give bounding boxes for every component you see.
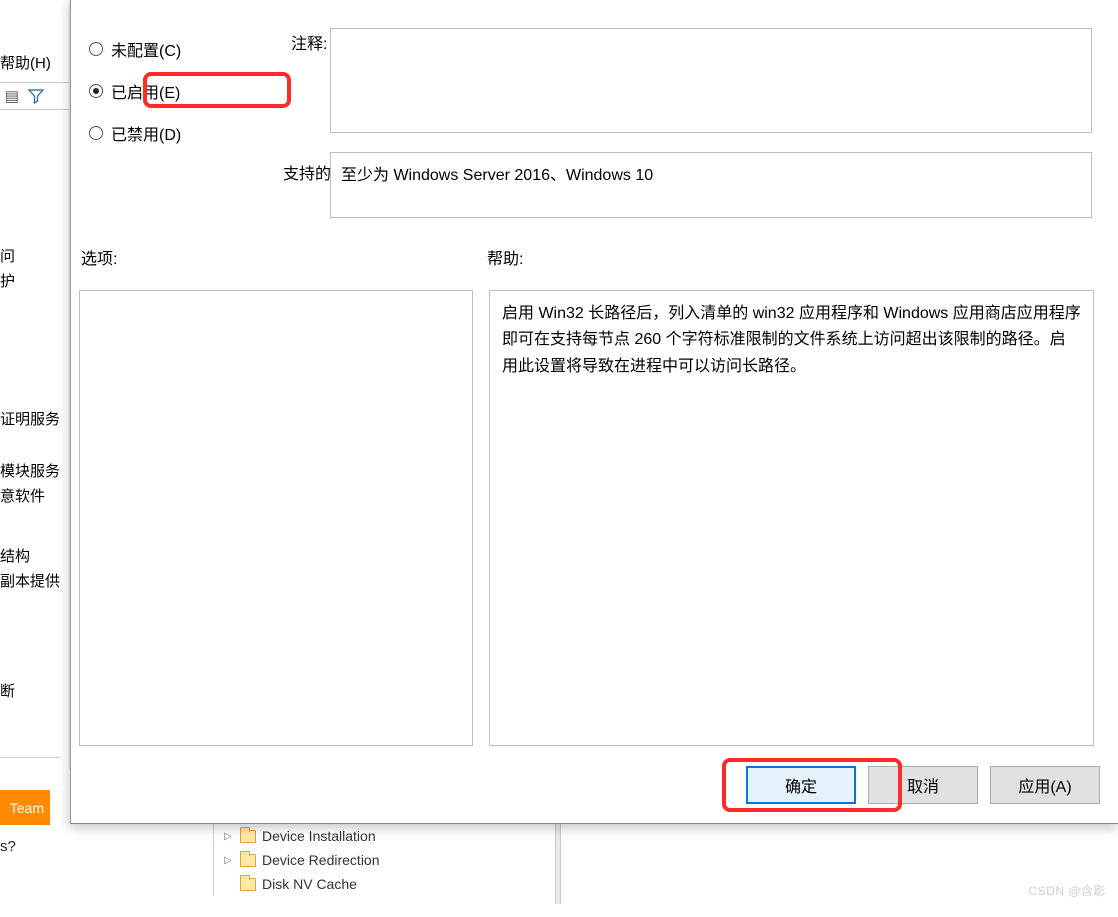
tree-snippet: 证明服务 — [0, 408, 60, 429]
radio-icon — [89, 126, 103, 140]
expander-icon[interactable]: ▷ — [224, 855, 234, 866]
radio-label: 已禁用(D) — [111, 121, 181, 145]
tree-snippet: 副本提供 — [0, 570, 60, 591]
ok-button[interactable]: 确定 — [746, 766, 856, 804]
watermark: CSDN @含影 — [1028, 882, 1106, 899]
tree-row-device-installation[interactable]: ▷ Device Installation — [224, 824, 563, 848]
options-panel — [79, 290, 473, 746]
radio-not-configured[interactable]: 未配置(C) — [83, 35, 223, 63]
cancel-button[interactable]: 取消 — [868, 766, 978, 804]
divider — [0, 757, 60, 758]
policy-state-radio-group: 未配置(C) 已启用(E) 已禁用(D) — [83, 35, 223, 161]
tree-snippet: 结构 — [0, 545, 30, 566]
tree-snippet: 断 — [0, 680, 15, 701]
bottom-tree: ▷ Device Installation ▷ Device Redirecti… — [213, 824, 563, 896]
expander-icon[interactable]: ▷ — [224, 831, 234, 842]
dialog-button-row: 确定 取消 应用(A) — [746, 766, 1100, 804]
radio-enabled[interactable]: 已启用(E) — [83, 77, 223, 105]
radio-icon — [89, 84, 103, 98]
comment-textarea[interactable] — [330, 28, 1092, 133]
team-badge: Team — [0, 790, 50, 825]
tree-row-disk-nv-cache[interactable]: Disk NV Cache — [224, 872, 563, 896]
supported-platform-box: 至少为 Windows Server 2016、Windows 10 — [330, 152, 1092, 218]
supported-platform-text: 至少为 Windows Server 2016、Windows 10 — [341, 167, 653, 184]
filter-icon[interactable] — [26, 86, 46, 106]
comment-label: 注释: — [291, 30, 327, 54]
options-label: 选项: — [81, 245, 117, 269]
tree-row-device-redirection[interactable]: ▷ Device Redirection — [224, 848, 563, 872]
help-text: 启用 Win32 长路径后，列入清单的 win32 应用程序和 Windows … — [502, 305, 1081, 375]
folder-icon — [240, 854, 256, 867]
folder-icon — [240, 830, 256, 843]
background-text: s? — [0, 838, 16, 855]
menu-help[interactable]: 帮助(H) — [0, 52, 51, 73]
radio-disabled[interactable]: 已禁用(D) — [83, 119, 223, 147]
help-label: 帮助: — [487, 245, 523, 269]
radio-icon — [89, 42, 103, 56]
tree-label: Device Installation — [262, 828, 376, 844]
radio-label: 未配置(C) — [111, 37, 181, 61]
tree-snippet: 护 — [0, 270, 15, 291]
apply-button[interactable]: 应用(A) — [990, 766, 1100, 804]
tree-label: Device Redirection — [262, 852, 380, 868]
folder-icon — [240, 878, 256, 891]
tree-snippet: 模块服务 — [0, 460, 60, 481]
toolbar-btn-1[interactable]: ▤ — [2, 86, 22, 106]
tree-snippet: 问 — [0, 245, 15, 266]
tree-snippet: 意软件 — [0, 485, 45, 506]
tree-label: Disk NV Cache — [262, 876, 357, 892]
policy-dialog: 未配置(C) 已启用(E) 已禁用(D) 注释: 支持的平台: 至少为 Wind… — [70, 0, 1118, 824]
help-panel: 启用 Win32 长路径后，列入清单的 win32 应用程序和 Windows … — [489, 290, 1094, 746]
radio-label: 已启用(E) — [111, 79, 180, 103]
toolbar: ▤ — [0, 82, 69, 110]
